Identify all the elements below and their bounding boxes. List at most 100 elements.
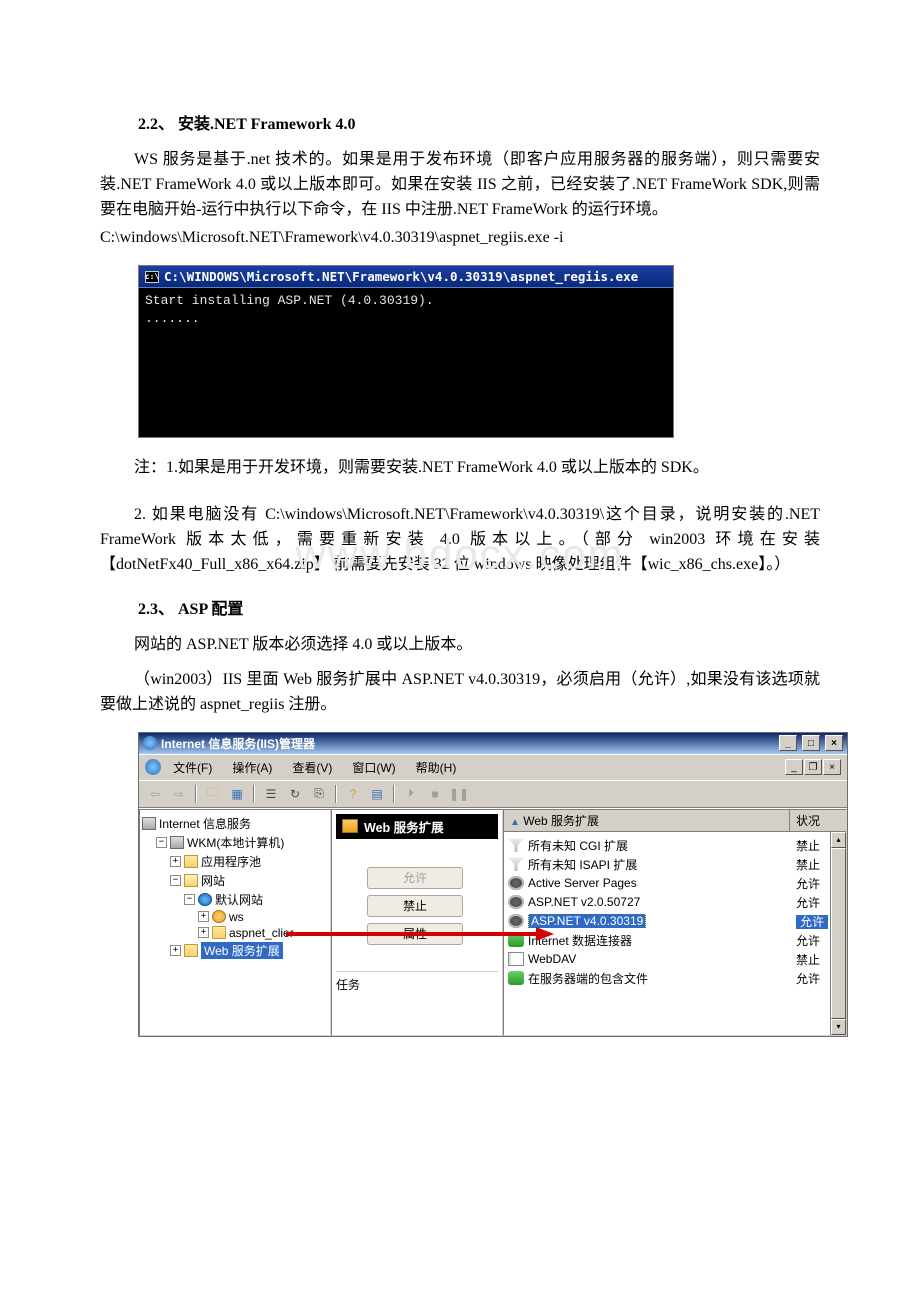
help-button[interactable]: ? bbox=[343, 784, 363, 804]
iis-middle-pane: Web 服务扩展 允许 禁止 属性 任务 bbox=[331, 809, 503, 1036]
extension-name: 在服务器端的包含文件 bbox=[528, 972, 648, 986]
mdi-restore-button[interactable]: ❐ bbox=[804, 759, 822, 775]
tree-apppool[interactable]: + 应用程序池 bbox=[142, 852, 328, 871]
refresh-button[interactable]: ↻ bbox=[285, 784, 305, 804]
extension-row[interactable]: ASP.NET v2.0.50727 允许 bbox=[504, 893, 846, 912]
console-title-text: C:\WINDOWS\Microsoft.NET\Framework\v4.0.… bbox=[164, 269, 638, 284]
col-extension[interactable]: ▲ Web 服务扩展 bbox=[504, 810, 790, 831]
extension-list-header: ▲ Web 服务扩展 状况 bbox=[504, 810, 846, 832]
pause-toolbutton[interactable]: ❚❚ bbox=[449, 784, 469, 804]
chain-icon bbox=[508, 933, 524, 947]
extension-name: ASP.NET v2.0.50727 bbox=[528, 895, 640, 909]
collapse-icon[interactable]: − bbox=[184, 894, 195, 905]
extension-row[interactable]: 在服务器端的包含文件 允许 bbox=[504, 969, 846, 988]
mdi-minimize-button[interactable]: _ bbox=[785, 759, 803, 775]
properties-button[interactable]: 属性 bbox=[367, 923, 463, 945]
iis-toolbar: ⇦ ⇨ 🗀 ▦ ☰ ↻ ⎘ ? ▤ ⏵ ■ ❚❚ bbox=[139, 780, 847, 808]
minimize-button[interactable]: _ bbox=[779, 735, 797, 751]
extension-status: 允许 bbox=[796, 972, 820, 986]
menu-view[interactable]: 查看(V) bbox=[284, 757, 340, 778]
tasks-label: 任务 bbox=[336, 971, 498, 993]
extension-name: 所有未知 ISAPI 扩展 bbox=[528, 858, 637, 872]
iis-menubar: 文件(F) 操作(A) 查看(V) 窗口(W) 帮助(H) _ ❐ × bbox=[139, 754, 847, 780]
iis-manager-window: Internet 信息服务(IIS)管理器 _ □ × 文件(F) 操作(A) … bbox=[138, 732, 848, 1037]
gear-icon bbox=[508, 914, 524, 928]
webext-heading: Web 服务扩展 bbox=[336, 814, 498, 839]
col-status[interactable]: 状况 bbox=[790, 810, 846, 831]
extension-name: Active Server Pages bbox=[528, 876, 637, 890]
forward-button[interactable]: ⇨ bbox=[169, 784, 189, 804]
collapse-icon[interactable]: − bbox=[156, 837, 167, 848]
expand-icon[interactable]: + bbox=[198, 911, 209, 922]
expand-icon[interactable]: + bbox=[170, 856, 181, 867]
mdi-close-button[interactable]: × bbox=[823, 759, 841, 775]
app-icon bbox=[212, 910, 226, 923]
gear-icon bbox=[508, 895, 524, 909]
mmc-icon bbox=[145, 759, 161, 775]
start-toolbutton[interactable]: ■ bbox=[425, 784, 445, 804]
iis-tree-pane: Internet 信息服务 − WKM(本地计算机) + 应用程序池 − 网站 bbox=[139, 809, 331, 1036]
extension-name: WebDAV bbox=[528, 952, 576, 966]
extension-status: 允许 bbox=[796, 896, 820, 910]
extension-status: 允许 bbox=[796, 915, 828, 929]
stop-toolbutton[interactable]: ⏵ bbox=[401, 784, 421, 804]
menu-help[interactable]: 帮助(H) bbox=[408, 757, 465, 778]
iis-content: Internet 信息服务 − WKM(本地计算机) + 应用程序池 − 网站 bbox=[139, 808, 847, 1036]
menu-file[interactable]: 文件(F) bbox=[165, 757, 220, 778]
extension-status: 允许 bbox=[796, 877, 820, 891]
allow-button[interactable]: 允许 bbox=[367, 867, 463, 889]
scroll-down-button[interactable]: ▾ bbox=[831, 1019, 846, 1035]
extension-row[interactable]: 所有未知 CGI 扩展禁止 bbox=[504, 836, 846, 855]
chain-icon bbox=[508, 971, 524, 985]
tree-ws[interactable]: + ws bbox=[142, 909, 328, 925]
doc-icon bbox=[508, 952, 524, 966]
scrollbar[interactable]: ▴ ▾ bbox=[830, 832, 846, 1035]
maximize-button[interactable]: □ bbox=[802, 735, 820, 751]
folder-icon bbox=[184, 874, 198, 887]
extension-row[interactable]: Active Server Pages 允许 bbox=[504, 874, 846, 893]
extension-row[interactable]: WebDAV 禁止 bbox=[504, 950, 846, 969]
window-icon bbox=[143, 736, 157, 750]
expand-icon[interactable]: + bbox=[170, 945, 181, 956]
note-1: 注：1.如果是用于开发环境，则需要安装.NET FrameWork 4.0 或以… bbox=[100, 456, 820, 481]
tree-default-site[interactable]: − 默认网站 bbox=[142, 890, 328, 909]
extension-status: 禁止 bbox=[796, 858, 820, 872]
console-output: Start installing ASP.NET (4.0.30319). ..… bbox=[139, 288, 673, 437]
extension-row[interactable]: Internet 数据连接器允许 bbox=[504, 931, 846, 950]
extension-name: Internet 数据连接器 bbox=[528, 934, 632, 948]
tree-aspnet-client[interactable]: + aspnet_clier bbox=[142, 925, 328, 941]
heading-2-2: 2.2、 安装.NET Framework 4.0 bbox=[138, 110, 820, 134]
prohibit-button[interactable]: 禁止 bbox=[367, 895, 463, 917]
server-icon bbox=[142, 817, 156, 830]
tree-sites[interactable]: − 网站 bbox=[142, 871, 328, 890]
paragraph-asp-2: （win2003）IIS 里面 Web 服务扩展中 ASP.NET v4.0.3… bbox=[100, 668, 820, 718]
scroll-thumb[interactable] bbox=[831, 848, 846, 1019]
extension-status: 禁止 bbox=[796, 953, 820, 967]
extension-row[interactable]: ASP.NET v4.0.30319允许 bbox=[504, 912, 846, 931]
menu-window[interactable]: 窗口(W) bbox=[344, 757, 403, 778]
properties-button[interactable]: ☰ bbox=[261, 784, 281, 804]
collapse-icon[interactable]: − bbox=[170, 875, 181, 886]
tree-webext[interactable]: + Web 服务扩展 bbox=[142, 941, 328, 960]
site-icon bbox=[198, 893, 212, 906]
folder-icon bbox=[184, 944, 198, 957]
expand-icon[interactable]: + bbox=[198, 927, 209, 938]
close-button[interactable]: × bbox=[825, 735, 843, 751]
scroll-up-button[interactable]: ▴ bbox=[831, 832, 846, 848]
filter-icon bbox=[508, 857, 524, 871]
paragraph-install-net: WS 服务是基于.net 技术的。如果是用于发布环境（即客户应用服务器的服务端）… bbox=[100, 148, 820, 222]
list-button[interactable]: ▦ bbox=[227, 784, 247, 804]
folder-icon bbox=[212, 926, 226, 939]
heading-2-3: 2.3、 ASP 配置 bbox=[138, 595, 820, 619]
back-button[interactable]: ⇦ bbox=[145, 784, 165, 804]
console-titlebar: c:\ C:\WINDOWS\Microsoft.NET\Framework\v… bbox=[139, 266, 673, 288]
menu-action[interactable]: 操作(A) bbox=[224, 757, 280, 778]
apppool-icon bbox=[184, 855, 198, 868]
tree-host[interactable]: − WKM(本地计算机) bbox=[142, 833, 328, 852]
command-line: C:\windows\Microsoft.NET\Framework\v4.0.… bbox=[100, 226, 820, 251]
view-button[interactable]: ▤ bbox=[367, 784, 387, 804]
tree-root[interactable]: Internet 信息服务 bbox=[142, 814, 328, 833]
export-button[interactable]: ⎘ bbox=[309, 784, 329, 804]
up-button[interactable]: 🗀 bbox=[203, 784, 223, 804]
extension-row[interactable]: 所有未知 ISAPI 扩展 禁止 bbox=[504, 855, 846, 874]
